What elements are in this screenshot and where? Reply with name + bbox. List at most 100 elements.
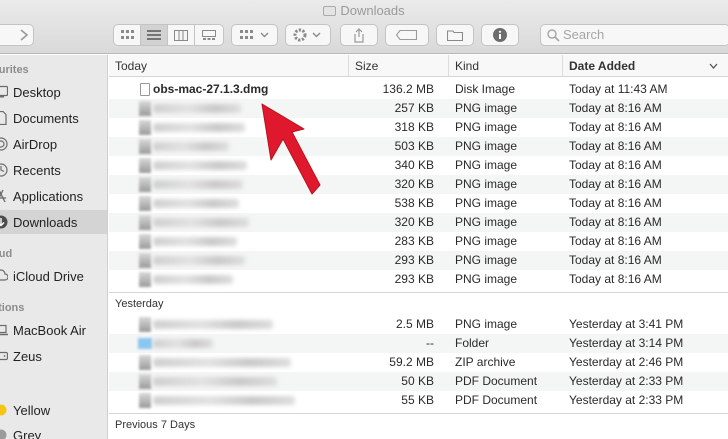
- blurred-file-name: [153, 199, 239, 208]
- sidebar-item-macbook-air[interactable]: MacBook Air: [0, 318, 107, 342]
- sidebar-item-documents[interactable]: Documents: [0, 106, 107, 130]
- file-date-added: Yesterday at 2:33 PM: [569, 393, 684, 407]
- forward-icon[interactable]: [19, 29, 29, 41]
- blurred-file-icon: [139, 374, 151, 389]
- file-row[interactable]: 340 KB PNG image Today at 8:16 AM: [109, 156, 728, 175]
- list-view-icon: [147, 30, 161, 40]
- file-size: 340 KB: [394, 158, 434, 172]
- gallery-view-button[interactable]: [195, 25, 222, 45]
- file-kind: PNG image: [455, 177, 518, 191]
- sidebar-item-icloud-drive[interactable]: iCloud Drive: [0, 264, 107, 288]
- sidebar-item-tag-grey[interactable]: Grey: [0, 423, 107, 439]
- file-date-added: Today at 8:16 AM: [569, 158, 662, 172]
- blurred-file-icon: [139, 234, 151, 249]
- column-header-date-added[interactable]: Date Added: [562, 55, 728, 77]
- icon-view-button[interactable]: [114, 25, 141, 45]
- file-date-added: Yesterday at 3:14 PM: [569, 336, 684, 350]
- file-row[interactable]: 55 KB PDF Document Yesterday at 2:33 PM: [109, 391, 728, 410]
- new-folder-button[interactable]: [436, 24, 474, 46]
- file-date-added: Today at 8:16 AM: [569, 196, 662, 210]
- file-date-added: Today at 8:16 AM: [569, 253, 662, 267]
- blurred-file-name: [153, 358, 291, 367]
- file-row[interactable]: 293 KB PNG image Today at 8:16 AM: [109, 270, 728, 289]
- info-icon: [493, 28, 507, 42]
- column-header-label: Date Added: [569, 59, 636, 73]
- file-size: 320 KB: [394, 177, 434, 191]
- sidebar-item-tag-yellow[interactable]: Yellow: [0, 398, 107, 422]
- file-kind: Disk Image: [455, 82, 516, 96]
- back-forward-buttons[interactable]: [0, 24, 34, 46]
- file-row[interactable]: 293 KB PNG image Today at 8:16 AM: [109, 251, 728, 270]
- sidebar-item-label: Yellow: [13, 402, 51, 418]
- blurred-file-icon: [139, 139, 151, 154]
- sidebar-item-airdrop[interactable]: AirDrop: [0, 132, 107, 156]
- file-kind: ZIP archive: [455, 355, 516, 369]
- blurred-file-icon: [139, 317, 151, 332]
- blurred-file-name: [153, 142, 229, 151]
- action-gear-icon: [293, 28, 321, 42]
- file-list: Today Size Kind Date Added obs-mac-27.1.…: [109, 55, 728, 439]
- file-kind: PNG image: [455, 215, 518, 229]
- file-row[interactable]: -- Folder Yesterday at 3:14 PM: [109, 334, 728, 353]
- blurred-file-name: [153, 123, 245, 132]
- sidebar-item-downloads[interactable]: Downloads: [0, 210, 107, 234]
- share-button[interactable]: [340, 24, 378, 46]
- file-row[interactable]: 59.2 MB ZIP archive Yesterday at 2:46 PM: [109, 353, 728, 372]
- file-size: 293 KB: [394, 272, 434, 286]
- file-size: 320 KB: [394, 215, 434, 229]
- sidebar-section-favourites: ourites: [0, 64, 29, 76]
- sidebar-item-recents[interactable]: Recents: [0, 158, 107, 182]
- file-row[interactable]: 257 KB PNG image Today at 8:16 AM: [109, 99, 728, 118]
- file-kind: PNG image: [455, 317, 518, 331]
- view-mode-control[interactable]: [113, 24, 224, 46]
- file-row[interactable]: 538 KB PNG image Today at 8:16 AM: [109, 194, 728, 213]
- file-row[interactable]: 318 KB PNG image Today at 8:16 AM: [109, 118, 728, 137]
- action-button[interactable]: [285, 24, 331, 46]
- tag-dot-icon: [0, 404, 7, 416]
- column-view-icon: [174, 29, 188, 41]
- group-separator: [109, 413, 728, 414]
- file-row[interactable]: 50 KB PDF Document Yesterday at 2:33 PM: [109, 372, 728, 391]
- column-header-size[interactable]: Size: [348, 55, 448, 77]
- column-view-button[interactable]: [168, 25, 195, 45]
- icon-view-icon: [120, 30, 134, 39]
- file-row[interactable]: 320 KB PNG image Today at 8:16 AM: [109, 175, 728, 194]
- column-header-bar: Today Size Kind Date Added: [109, 55, 728, 77]
- file-size: 59.2 MB: [389, 355, 434, 369]
- file-kind: PNG image: [455, 196, 518, 210]
- disk-image-icon: [140, 83, 150, 96]
- file-size: 2.5 MB: [395, 317, 434, 331]
- column-header-kind[interactable]: Kind: [448, 55, 562, 77]
- sidebar-item-label: Downloads: [13, 214, 78, 230]
- file-row[interactable]: 283 KB PNG image Today at 8:16 AM: [109, 232, 728, 251]
- file-date-added: Today at 11:43 AM: [569, 82, 668, 96]
- file-size: 538 KB: [394, 196, 434, 210]
- tag-button[interactable]: [385, 24, 429, 46]
- group-button[interactable]: [231, 24, 278, 46]
- column-header-name[interactable]: Today: [109, 55, 348, 77]
- folder-icon: [323, 6, 337, 16]
- sidebar-section-locations: ations: [0, 302, 25, 314]
- file-row[interactable]: 503 KB PNG image Today at 8:16 AM: [109, 137, 728, 156]
- file-size: 257 KB: [394, 101, 434, 115]
- list-view-button[interactable]: [141, 25, 168, 45]
- blurred-file-icon: [139, 393, 151, 408]
- blurred-file-icon: [139, 177, 151, 192]
- file-row[interactable]: obs-mac-27.1.3.dmg 136.2 MB Disk Image Toda…: [109, 80, 728, 99]
- file-date-added: Today at 8:16 AM: [569, 101, 662, 115]
- file-size: 503 KB: [394, 139, 434, 153]
- file-row[interactable]: 320 KB PNG image Today at 8:16 AM: [109, 213, 728, 232]
- sidebar-item-desktop[interactable]: Desktop: [0, 80, 107, 104]
- blurred-file-icon: [139, 215, 151, 230]
- get-info-button[interactable]: [481, 24, 519, 46]
- recents-icon: [0, 163, 8, 177]
- search-field[interactable]: Search: [540, 24, 728, 46]
- file-kind: PNG image: [455, 253, 518, 267]
- gallery-view-icon: [201, 29, 216, 40]
- blurred-folder-icon: [138, 338, 152, 349]
- sidebar-item-label: Desktop: [13, 84, 61, 100]
- file-row[interactable]: 2.5 MB PNG image Yesterday at 3:41 PM: [109, 315, 728, 334]
- sidebar-item-applications[interactable]: Applications: [0, 184, 107, 208]
- blurred-file-name: [153, 396, 295, 405]
- sidebar-item-zeus[interactable]: Zeus: [0, 344, 107, 368]
